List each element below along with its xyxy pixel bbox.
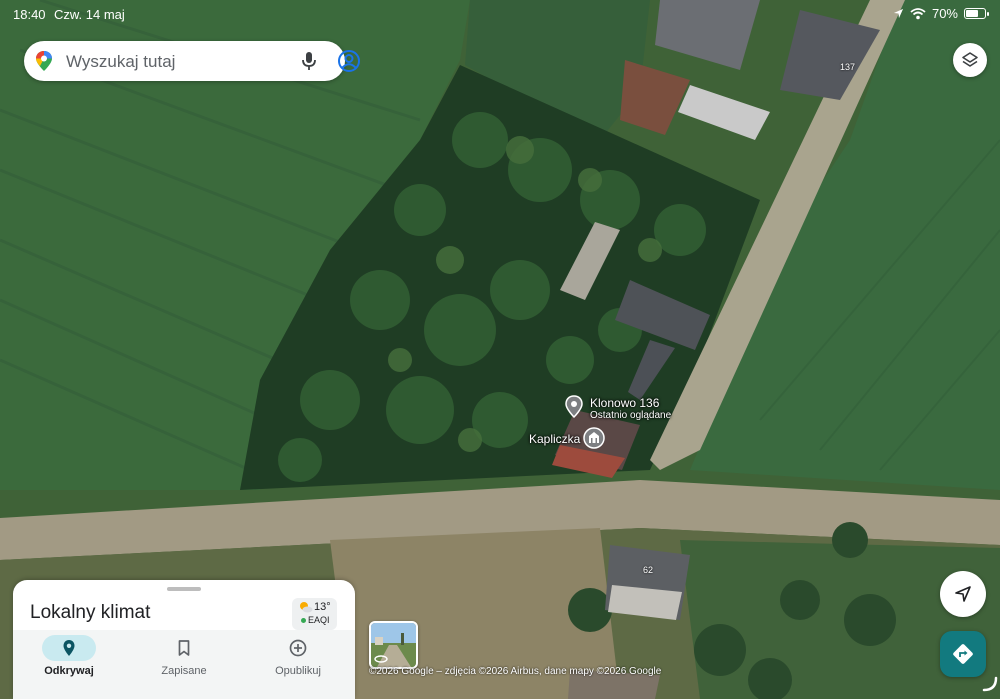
account-icon[interactable] bbox=[337, 49, 361, 73]
layers-icon bbox=[962, 52, 978, 67]
bottom-sheet[interactable]: Lokalny klimat 13° EAQI Odkrywaj Zapisan… bbox=[13, 580, 355, 699]
church-icon bbox=[583, 427, 605, 449]
pin-title: Kapliczka bbox=[529, 432, 581, 446]
battery-percent: 70% bbox=[931, 6, 958, 21]
status-bar: 18:40 Czw. 14 maj 70% bbox=[0, 0, 1000, 28]
add-circle-icon bbox=[289, 639, 307, 657]
microphone-icon[interactable] bbox=[298, 50, 320, 72]
place-pin-icon bbox=[565, 395, 583, 419]
nav-item-saved[interactable]: Zapisane bbox=[136, 630, 246, 699]
nav-item-contribute[interactable]: Opublikuj bbox=[250, 630, 355, 699]
google-maps-pin-icon bbox=[36, 51, 52, 71]
bottom-nav: Odkrywaj Zapisane Opublikuj bbox=[13, 630, 355, 699]
weather-chip[interactable]: 13° EAQI bbox=[292, 598, 337, 630]
pin-subtitle: Ostatnio oglądane bbox=[590, 410, 672, 421]
corner-grabber-icon bbox=[982, 676, 998, 692]
nav-label: Opublikuj bbox=[275, 665, 321, 677]
map-copyright: ©2026 Google – zdjęcia ©2026 Airbus, dan… bbox=[369, 666, 662, 677]
house-number-label: 137 bbox=[840, 62, 856, 72]
weather-temperature: 13° bbox=[314, 601, 331, 613]
nav-item-explore[interactable]: Odkrywaj bbox=[21, 630, 131, 699]
battery-icon bbox=[964, 8, 989, 19]
nav-label: Odkrywaj bbox=[44, 665, 94, 677]
partly-cloudy-icon bbox=[300, 602, 313, 613]
sheet-title: Lokalny klimat bbox=[30, 602, 151, 623]
air-quality-label: EAQI bbox=[308, 615, 330, 625]
navigation-arrow-icon bbox=[955, 586, 971, 602]
status-time: 18:40 bbox=[13, 7, 46, 22]
location-arrow-icon bbox=[893, 8, 904, 19]
wifi-icon bbox=[910, 7, 926, 19]
directions-icon bbox=[953, 644, 973, 664]
pin-title: Klonowo 136 bbox=[590, 396, 660, 410]
directions-button[interactable] bbox=[940, 631, 986, 677]
sheet-drag-handle[interactable] bbox=[167, 587, 201, 591]
status-date: Czw. 14 maj bbox=[54, 7, 125, 22]
my-location-button[interactable] bbox=[940, 571, 986, 617]
street-view-thumbnail[interactable] bbox=[369, 621, 418, 669]
status-right: 70% bbox=[893, 6, 989, 21]
street-view-360-icon bbox=[374, 655, 388, 663]
search-input[interactable] bbox=[64, 49, 268, 75]
nav-label: Zapisane bbox=[161, 665, 207, 677]
air-quality-dot bbox=[301, 618, 306, 623]
house-number-label: 62 bbox=[643, 565, 654, 575]
bookmark-icon bbox=[178, 640, 190, 656]
search-bar[interactable] bbox=[24, 41, 360, 81]
layers-button[interactable] bbox=[953, 43, 987, 77]
pin-icon bbox=[63, 640, 75, 656]
